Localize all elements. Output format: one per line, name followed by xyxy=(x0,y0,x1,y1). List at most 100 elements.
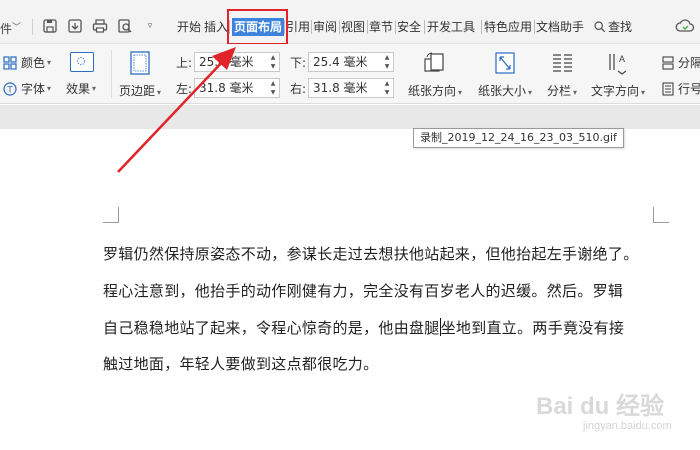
caret-down-icon: ▾ xyxy=(47,84,52,93)
watermark-logo: Bai du 经验 xyxy=(536,393,665,420)
tab-special-apps[interactable]: 特色应用 xyxy=(484,18,532,36)
ribbon-bottom-band xyxy=(0,105,700,129)
break-icon xyxy=(662,55,674,70)
menu-bar: 件 ﹀ ▿ 开始 插入 页面布局 引用 审阅 视图 章节 安全 开发工具 特色应… xyxy=(0,0,700,44)
divider xyxy=(534,20,535,34)
right-margin-label: 右: xyxy=(290,82,307,96)
fonts-label: 字体 xyxy=(21,82,46,96)
effects-label: 效果 xyxy=(66,82,91,96)
left-margin-input[interactable]: 31.8 毫米 ▲ ▼ xyxy=(194,78,280,98)
fonts-button[interactable]: T 字体 ▾ xyxy=(3,80,51,97)
tab-security[interactable]: 安全 xyxy=(397,18,421,36)
effects-icon[interactable] xyxy=(70,52,94,72)
bottom-margin-input[interactable]: 25.4 毫米 ▲ ▼ xyxy=(308,52,394,72)
line-numbers-label: 行号 xyxy=(678,82,700,96)
caret-down-icon: ▾ xyxy=(92,84,97,93)
top-margin-label: 上: xyxy=(176,56,193,70)
tab-references[interactable]: 引用 xyxy=(286,18,310,36)
file-menu-fragment[interactable]: 件 xyxy=(0,20,12,37)
top-margin-value: 25.4 毫米 xyxy=(199,55,254,69)
tab-section[interactable]: 章节 xyxy=(369,18,393,36)
divider xyxy=(111,50,112,98)
paragraph-line: 程心注意到，他抬手的动作刚健有力，完全没有百岁老人的迟缓。然后。罗辑 xyxy=(103,281,624,300)
tab-home[interactable]: 开始 xyxy=(177,18,201,36)
paper-size-icon xyxy=(495,52,515,74)
customize-quick-access-icon[interactable]: ▿ xyxy=(141,17,159,35)
search-icon[interactable] xyxy=(592,17,606,35)
caret-down-icon: ▾ xyxy=(47,58,52,67)
text-direction-button[interactable]: A 文字方向 ▾ xyxy=(591,50,645,99)
top-margin-input[interactable]: 25.4 毫米 ▲ ▼ xyxy=(194,52,280,72)
text-direction-icon: A xyxy=(609,54,627,75)
orientation-label: 纸张方向 xyxy=(408,84,457,98)
spinner-arrows-icon[interactable]: ▲ ▼ xyxy=(381,53,393,71)
tab-insert[interactable]: 插入 xyxy=(204,18,228,36)
svg-text:T: T xyxy=(7,84,13,94)
tab-developer[interactable]: 开发工具 xyxy=(427,18,475,36)
divider xyxy=(311,20,312,34)
caret-down-icon: ▾ xyxy=(573,88,578,97)
columns-button[interactable]: 分栏 ▾ xyxy=(547,50,577,99)
save-icon[interactable] xyxy=(41,17,59,35)
left-margin-value: 31.8 毫米 xyxy=(199,81,254,95)
colors-button[interactable]: 颜色 ▾ xyxy=(3,54,51,71)
print-preview-icon[interactable] xyxy=(116,17,134,35)
document-paragraph[interactable]: 罗辑仍然保持原姿态不动，参谋长走过去想扶他站起来，但他抬起左手谢绝了。 程心注意… xyxy=(103,236,663,383)
orientation-icon xyxy=(424,52,444,72)
left-margin-label: 左: xyxy=(176,82,193,96)
line-segment: 坐地到直立。两手竟没有接 xyxy=(440,318,625,337)
bottom-margin-value: 25.4 毫米 xyxy=(313,55,368,69)
caret-down-icon: ▾ xyxy=(641,88,646,97)
export-icon[interactable] xyxy=(66,17,84,35)
chevron-down-icon[interactable]: ﹀ xyxy=(12,20,21,33)
file-tooltip: 录制_2019_12_24_16_23_03_510.gif xyxy=(413,128,624,148)
break-button[interactable]: 分隔 xyxy=(661,54,700,71)
paragraph-line: 触过地面，年轻人要做到这点都很吃力。 xyxy=(103,355,379,374)
margins-button[interactable]: 页边距 ▾ xyxy=(119,50,161,99)
orientation-button[interactable]: 纸张方向 ▾ xyxy=(408,50,462,99)
tab-review[interactable]: 审阅 xyxy=(313,18,337,36)
break-label: 分隔 xyxy=(678,56,700,70)
columns-icon xyxy=(553,54,573,72)
print-icon[interactable] xyxy=(91,17,109,35)
paragraph-line: 自己稳稳地站了起来，令程心惊奇的是，他由盘腿坐地到直立。两手竟没有接 xyxy=(103,310,663,347)
highlight-box xyxy=(227,9,288,45)
text-direction-label: 文字方向 xyxy=(591,84,640,98)
paragraph-line: 罗辑仍然保持原姿态不动，参谋长走过去想扶他站起来，但他抬起左手谢绝了。 xyxy=(103,245,639,263)
watermark-url: jingyan.baidu.com xyxy=(583,420,672,432)
divider xyxy=(367,20,368,34)
spinner-arrows-icon[interactable]: ▲ ▼ xyxy=(267,53,279,71)
columns-label: 分栏 xyxy=(547,84,572,98)
cloud-sync-icon[interactable] xyxy=(675,17,695,35)
margins-icon xyxy=(130,51,150,75)
effects-button[interactable]: 效果 ▾ xyxy=(66,80,96,97)
line-numbers-icon xyxy=(662,81,674,96)
margin-corner-mark xyxy=(653,207,669,223)
colors-label: 颜色 xyxy=(21,56,46,70)
spinner-arrows-icon[interactable]: ▲ ▼ xyxy=(381,79,393,97)
divider xyxy=(395,20,396,34)
ribbon-page-layout: 颜色 ▾ T 字体 ▾ 效果 ▾ 页边距 ▾ 上: 25.4 毫米 ▲ ▼ 左: 31.8… xyxy=(0,44,700,104)
right-margin-input[interactable]: 31.8 毫米 ▲ ▼ xyxy=(308,78,394,98)
palette-icon xyxy=(3,55,17,70)
caret-down-icon: ▾ xyxy=(458,88,463,97)
caret-down-icon: ▾ xyxy=(528,88,533,97)
margin-corner-mark xyxy=(103,207,119,223)
bottom-margin-label: 下: xyxy=(290,56,307,70)
tab-view[interactable]: 视图 xyxy=(341,18,365,36)
margins-label: 页边距 xyxy=(119,84,156,98)
divider xyxy=(339,20,340,34)
svg-text:A: A xyxy=(619,54,625,64)
search-button[interactable]: 查找 xyxy=(608,18,632,35)
divider xyxy=(424,20,425,34)
tab-doc-assistant[interactable]: 文档助手 xyxy=(536,18,584,36)
right-margin-value: 31.8 毫米 xyxy=(313,81,368,95)
line-numbers-button[interactable]: 行号 xyxy=(661,80,700,97)
divider xyxy=(32,19,33,35)
line-segment: 自己稳稳地站了起来，令程心惊奇的是，他由盘腿 xyxy=(103,318,440,337)
paper-size-label: 纸张大小 xyxy=(478,84,527,98)
paper-size-button[interactable]: 纸张大小 ▾ xyxy=(478,50,532,99)
spinner-arrows-icon[interactable]: ▲ ▼ xyxy=(267,79,279,97)
caret-down-icon: ▾ xyxy=(157,88,162,97)
font-icon: T xyxy=(3,81,17,96)
